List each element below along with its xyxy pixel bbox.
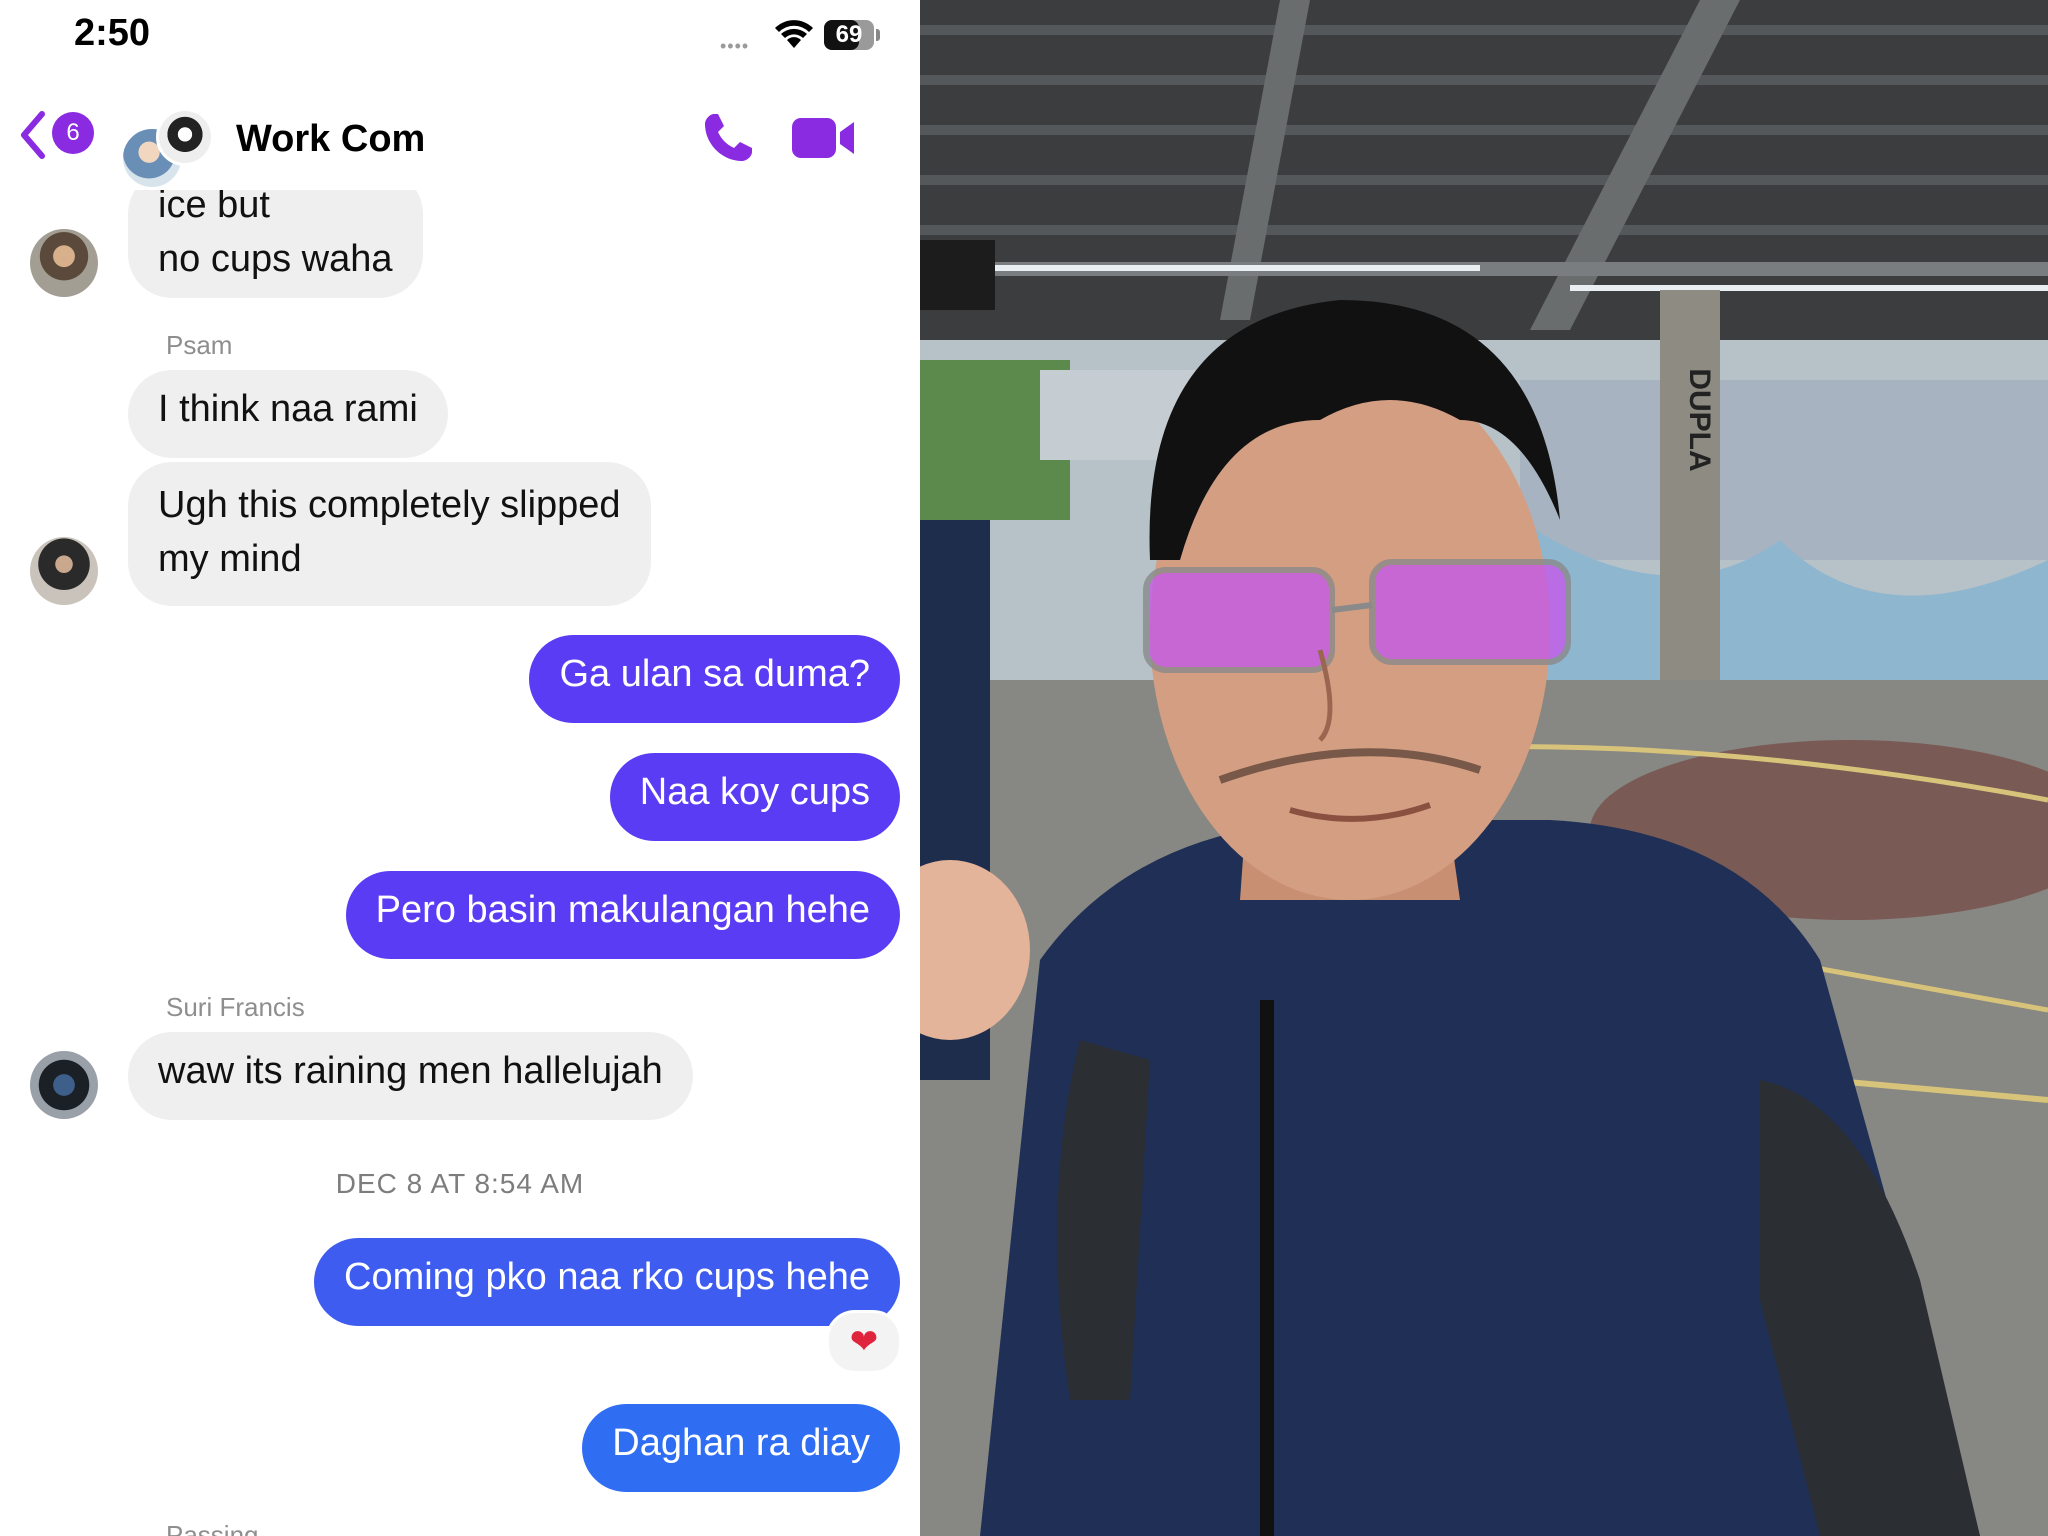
message-text-line: Ugh this completely slipped [158,484,621,526]
video-camera-icon[interactable] [790,114,856,162]
date-separator: DEC 8 AT 8:54 AM [335,1168,585,1199]
clock: 2:50 [74,12,151,54]
back-button[interactable]: 6 [18,110,98,166]
message-bubble[interactable]: Ga ulan sa duma? [529,635,900,723]
heart-reaction-icon[interactable]: ❤ [826,1310,902,1374]
message-bubble[interactable]: Pero basin makulangan hehe [345,871,900,959]
message-bubble[interactable]: I think naa rami [128,370,448,458]
group-avatar[interactable] [120,108,214,190]
chat-panel: ice but no cups waha Psam I think naa ra… [0,0,920,1536]
battery-tip [876,29,880,41]
message-bubble[interactable]: Naa koy cups [609,753,900,841]
message-text-line: my mind [158,538,302,580]
sender-name: Suri Francis [166,992,305,1022]
battery-icon: 69 [824,20,880,50]
phone-icon[interactable] [700,110,756,166]
battery-percentage: 69 [835,21,863,48]
chat-title[interactable]: Work Com [236,118,425,161]
message-bubble[interactable]: Daghan ra diay [582,1404,900,1492]
member-avatar [156,108,214,166]
chat-header: 6 Work Com [0,80,920,190]
photo-image: DUPLA [920,0,2048,1536]
message-bubble[interactable]: Ugh this completely slipped my mind [128,462,651,606]
sender-name: Psam [166,330,233,360]
message-text-line: no cups waha [158,238,393,280]
status-bar: 2:50 •••• 69 [0,0,920,70]
signal-icon: •••• [720,36,750,56]
unread-count-badge: 6 [52,112,94,154]
back-chevron-icon [21,111,45,159]
sender-name: Passing [166,1520,259,1536]
message-bubble[interactable]: Coming pko naa rko cups hehe [314,1238,900,1326]
court-sign: DUPLA [1683,368,1716,471]
avatar[interactable] [30,537,98,605]
avatar[interactable] [30,229,98,297]
selfie-photo[interactable]: DUPLA [920,0,2048,1536]
message-list[interactable]: ice but no cups waha Psam I think naa ra… [0,0,920,1536]
message-bubble[interactable]: waw its raining men hallelujah [128,1032,693,1120]
avatar[interactable] [30,1051,98,1119]
wifi-icon [775,20,813,48]
